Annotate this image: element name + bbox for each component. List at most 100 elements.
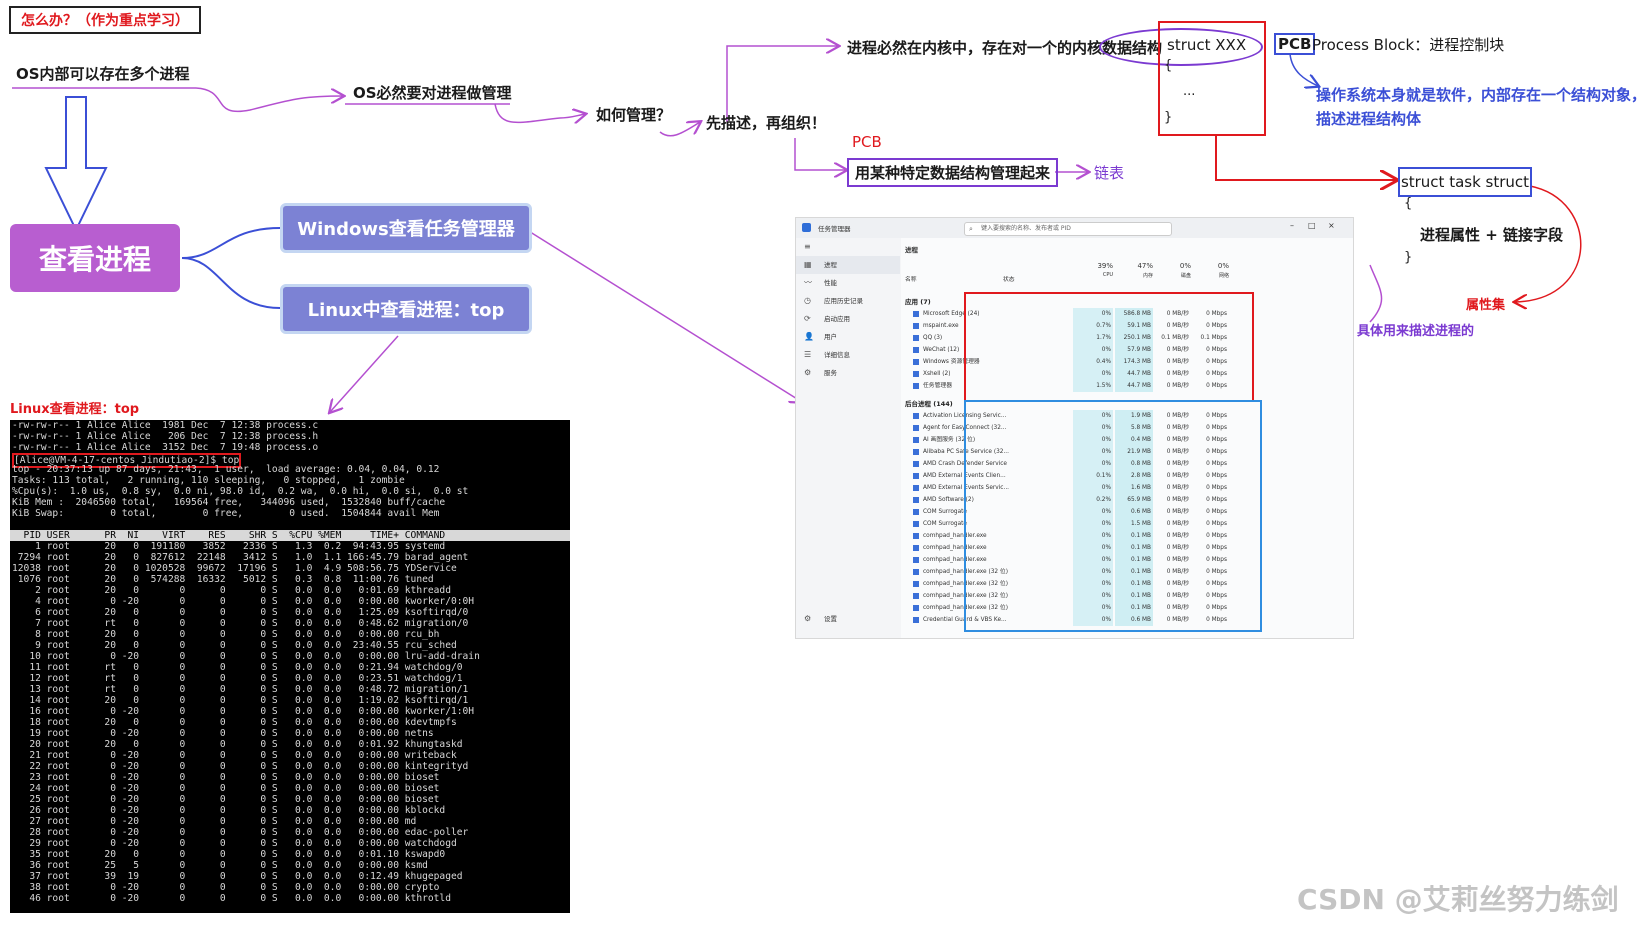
os-software-note-1: 操作系统本身就是软件，内部存在一个结构对象， xyxy=(1316,86,1640,104)
pcb-red-label: PCB xyxy=(852,133,882,151)
tm-title: 任务管理器 xyxy=(818,225,851,233)
tm-side-item[interactable]: 👤 用户 xyxy=(796,328,900,346)
process-icon xyxy=(913,497,919,503)
tm-side-item[interactable]: ⚙ 服务 xyxy=(796,364,900,382)
bg-highlight-box xyxy=(964,400,1262,632)
ts-body: 进程属性 + 链接字段 xyxy=(1420,226,1564,244)
tm-side-item[interactable]: 〰 性能 xyxy=(796,274,900,292)
side-item-icon: ⟳ xyxy=(804,314,811,323)
process-icon xyxy=(913,413,919,419)
tm-search-placeholder: 键入要搜索的名称、发布者或 PID xyxy=(981,225,1071,232)
tm-side-item-label: 启动应用 xyxy=(824,315,850,323)
apps-highlight-box xyxy=(964,292,1254,402)
tm-side-item-label: 性能 xyxy=(824,279,837,287)
tm-settings[interactable]: ⚙ 设置 xyxy=(796,610,837,628)
process-icon xyxy=(913,557,919,563)
side-item-icon: ◷ xyxy=(804,296,811,305)
tm-sidebar: ≡ ▦ 进程〰 性能 ◷ 应用历史记录 ⟳ 启动应用 👤 用户 ☰ 详细信息 ⚙ 服务 ⚙ 设置 xyxy=(796,238,900,638)
arrow-to-taskmgr xyxy=(526,229,802,402)
process-row: 9 root 20 0 0 0 0 S 0.0 0.0 23:40.55 rcu… xyxy=(12,640,457,651)
process-icon xyxy=(913,485,919,491)
process-icon xyxy=(913,383,919,389)
tm-net-pct[interactable]: 0% xyxy=(1193,262,1229,270)
process-row: 12 root rt 0 0 0 0 S 0.0 0.0 0:23.51 wat… xyxy=(12,673,463,684)
tm-disk-pct[interactable]: 0% xyxy=(1155,262,1191,270)
process-icon xyxy=(913,461,919,467)
top-summary-line: top - 20:37:13 up 87 days, 21:43, 1 user… xyxy=(12,464,440,475)
tm-titlebar: 任务管理器 ⌕ 键入要搜索的名称、发布者或 PID – □ × xyxy=(796,218,1353,238)
close-icon[interactable]: × xyxy=(1328,221,1335,230)
process-icon xyxy=(913,533,919,539)
process-row: 23 root 0 -20 0 0 0 S 0.0 0.0 0:00.00 bi… xyxy=(12,772,440,783)
process-icon xyxy=(913,617,919,623)
os-software-note-2: 描述进程结构体 xyxy=(1316,110,1422,128)
process-row: 36 root 25 5 0 0 0 S 0.0 0.0 0:00.00 ksm… xyxy=(12,860,428,871)
tm-side-item[interactable]: ◷ 应用历史记录 xyxy=(796,292,900,310)
os-manage-note: OS必然要对进程做管理 xyxy=(353,84,512,102)
tm-col-status[interactable]: 状态 xyxy=(1003,274,1015,283)
linked-list-note: 链表 xyxy=(1094,164,1125,182)
linux-view-label: Linux查看进程：top xyxy=(10,402,140,417)
process-row: 2 root 20 0 0 0 0 S 0.0 0.0 0:01.69 kthr… xyxy=(12,585,451,596)
process-row: 13 root rt 0 0 0 0 S 0.0 0.0 0:48.72 mig… xyxy=(12,684,469,695)
process-row: 38 root 0 -20 0 0 0 S 0.0 0.0 0:00.00 cr… xyxy=(12,882,440,893)
tm-apps-section[interactable]: 应用 (7) xyxy=(905,296,931,306)
top-summary-line: Tasks: 113 total, 2 running, 110 sleepin… xyxy=(12,475,405,486)
tm-net-label: 网络 xyxy=(1218,273,1229,279)
tm-cpu-label: CPU xyxy=(1102,272,1113,278)
process-row: 16 root 0 -20 0 0 0 S 0.0 0.0 0:00.00 kw… xyxy=(12,706,475,717)
menu-icon[interactable]: ≡ xyxy=(796,238,900,256)
process-icon xyxy=(913,335,919,341)
process-row: 1 root 20 0 191180 3852 2336 S 1.3 0.2 9… xyxy=(12,541,446,552)
linux-top-pill: Linux中查看进程：top xyxy=(280,284,532,334)
process-icon xyxy=(913,437,919,443)
process-row: 27 root 0 -20 0 0 0 S 0.0 0.0 0:00.00 md xyxy=(12,816,417,827)
windows-taskmgr-pill: Windows查看任务管理器 xyxy=(280,203,532,253)
maximize-icon[interactable]: □ xyxy=(1308,221,1316,230)
terminal-window: -rw-rw-r-- 1 Alice Alice 1981 Dec 7 12:3… xyxy=(10,420,570,913)
struct-close-brace: } xyxy=(1164,110,1173,125)
tm-col-name[interactable]: 名称 xyxy=(905,274,917,283)
tm-mem-pct[interactable]: 47% xyxy=(1115,262,1153,270)
tm-search-input[interactable]: ⌕ 键入要搜索的名称、发布者或 PID xyxy=(964,222,1172,236)
tm-settings-label: 设置 xyxy=(824,615,837,623)
tm-main: 进程 名称 状态 39% 47% 0% 0% CPU 内存 磁盘 网络 应用 (… xyxy=(901,238,1353,638)
tm-side-item[interactable]: ⟳ 启动应用 xyxy=(796,310,900,328)
tm-bg-section[interactable]: 后台进程 (144) xyxy=(905,398,953,408)
branch-to-windows xyxy=(181,227,281,259)
top-summary-line: %Cpu(s): 1.0 us, 0.8 sy, 0.0 ni, 98.0 id… xyxy=(12,486,469,497)
process-icon xyxy=(913,581,919,587)
ls-line: -rw-rw-r-- 1 Alice Alice 3152 Dec 7 19:4… xyxy=(12,442,319,453)
process-icon xyxy=(913,323,919,329)
process-row: 24 root 0 -20 0 0 0 S 0.0 0.0 0:00.00 bi… xyxy=(12,783,440,794)
side-item-icon: 👤 xyxy=(804,332,814,341)
watermark: CSDN @艾莉丝努力练剑 xyxy=(1297,883,1619,916)
process-icon xyxy=(913,371,919,377)
side-item-icon: ☰ xyxy=(804,350,812,359)
process-row: 12038 root 20 0 1020528 99672 17196 S 1.… xyxy=(12,563,457,574)
process-icon xyxy=(913,473,919,479)
tm-side-item[interactable]: ☰ 详细信息 xyxy=(796,346,900,364)
process-icon xyxy=(913,311,919,317)
process-row: 29 root 0 -20 0 0 0 S 0.0 0.0 0:00.00 wa… xyxy=(12,838,457,849)
process-row: 18 root 20 0 0 0 0 S 0.0 0.0 0:00.00 kde… xyxy=(12,717,457,728)
pcb-label: PCB xyxy=(1274,33,1316,55)
tm-side-item-label: 进程 xyxy=(824,261,837,269)
task-manager-window: 任务管理器 ⌕ 键入要搜索的名称、发布者或 PID – □ × ≡ ▦ 进程〰 性能… xyxy=(795,217,1354,639)
process-icon xyxy=(913,593,919,599)
tm-side-item-label: 应用历史记录 xyxy=(824,297,863,305)
minimize-icon[interactable]: – xyxy=(1290,221,1294,230)
process-row: 7294 root 20 0 827612 22148 3412 S 1.0 1… xyxy=(12,552,469,563)
tm-disk-label: 磁盘 xyxy=(1180,273,1191,279)
process-row: 11 root rt 0 0 0 0 S 0.0 0.0 0:21.94 wat… xyxy=(12,662,463,673)
arrow-to-kernel xyxy=(726,46,838,122)
ls-line: -rw-rw-r-- 1 Alice Alice 206 Dec 7 12:38… xyxy=(12,431,319,442)
process-row: 22 root 0 -20 0 0 0 S 0.0 0.0 0:00.00 ki… xyxy=(12,761,469,772)
arrow-to-how xyxy=(494,103,585,122)
tm-side-list: ▦ 进程〰 性能 ◷ 应用历史记录 ⟳ 启动应用 👤 用户 ☰ 详细信息 ⚙ 服务 xyxy=(796,256,900,382)
tm-side-item[interactable]: ▦ 进程 xyxy=(796,256,900,274)
process-icon xyxy=(913,605,919,611)
process-row: 10 root 0 -20 0 0 0 S 0.0 0.0 0:00.00 lr… xyxy=(12,651,480,662)
top-rows: 1 root 20 0 191180 3852 2336 S 1.3 0.2 9… xyxy=(10,541,570,904)
tm-cpu-pct[interactable]: 39% xyxy=(1073,262,1113,270)
